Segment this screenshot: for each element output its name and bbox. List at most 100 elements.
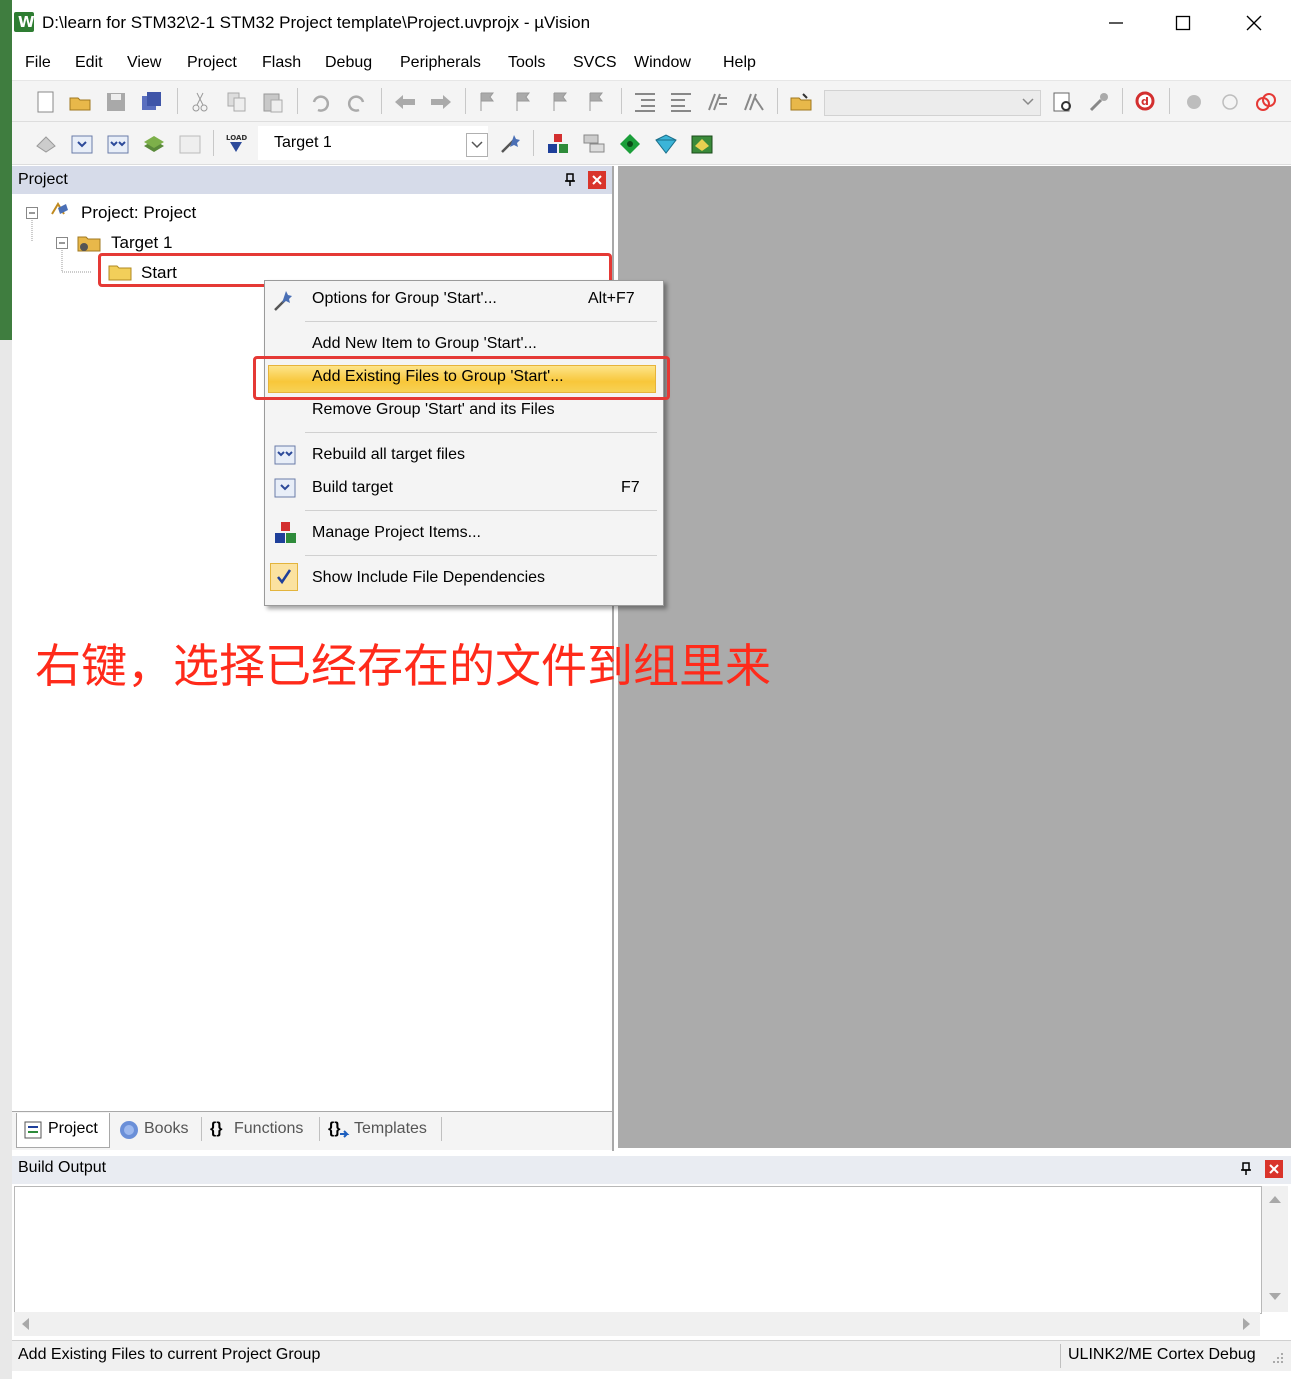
configure-icon[interactable]: [1087, 90, 1111, 114]
cut-icon[interactable]: [188, 90, 212, 114]
context-menu-separator: [305, 321, 657, 322]
minimize-button[interactable]: [1093, 8, 1139, 38]
collapse-icon[interactable]: [26, 207, 38, 219]
ctx-remove-group[interactable]: Remove Group 'Start' and its Files: [312, 401, 555, 419]
menu-tools[interactable]: Tools: [508, 54, 545, 72]
ctx-options-for-group[interactable]: Options for Group 'Start'...: [312, 290, 497, 308]
manage-project-items-icon[interactable]: [546, 132, 570, 156]
toolbar-separator: [213, 130, 214, 156]
ctx-build-target[interactable]: Build target: [312, 479, 393, 497]
menu-edit[interactable]: Edit: [75, 54, 103, 72]
tree-node-project[interactable]: Project: Project: [81, 203, 196, 223]
close-button[interactable]: [1231, 8, 1277, 38]
debug-session-icon[interactable]: d: [1134, 90, 1158, 114]
build-output-close-button[interactable]: [1265, 1160, 1283, 1178]
maximize-button[interactable]: [1160, 8, 1206, 38]
ctx-show-include-deps[interactable]: Show Include File Dependencies: [312, 569, 545, 587]
menu-peripherals[interactable]: Peripherals: [400, 54, 481, 72]
translate-icon[interactable]: [34, 132, 58, 156]
menu-flash[interactable]: Flash: [262, 54, 301, 72]
new-file-icon[interactable]: [34, 90, 58, 114]
svg-text:LOAD: LOAD: [226, 134, 247, 142]
copy-icon[interactable]: [225, 90, 249, 114]
minimize-icon: [1109, 22, 1123, 24]
close-icon: [1246, 15, 1262, 31]
build-icon[interactable]: [70, 132, 94, 156]
find-combo-box[interactable]: [824, 90, 1041, 116]
scroll-up-icon: [1269, 1196, 1281, 1203]
open-folder-icon[interactable]: [68, 90, 92, 114]
close-icon: [1269, 1164, 1279, 1174]
maximize-icon: [1175, 15, 1191, 31]
menu-file[interactable]: File: [25, 54, 51, 72]
menu-project[interactable]: Project: [187, 54, 237, 72]
stop-build-icon[interactable]: [178, 132, 202, 156]
paste-icon[interactable]: [261, 90, 285, 114]
menu-view[interactable]: View: [127, 54, 161, 72]
pin-icon[interactable]: [562, 172, 578, 188]
bookmark-toggle-icon[interactable]: [476, 90, 500, 114]
batch-build-icon[interactable]: [142, 132, 166, 156]
ctx-rebuild-all[interactable]: Rebuild all target files: [312, 446, 465, 464]
build-icon: [274, 478, 296, 498]
component-view-icon[interactable]: [690, 132, 714, 156]
horizontal-scrollbar[interactable]: [14, 1312, 1260, 1336]
books-icon[interactable]: [117, 1119, 141, 1141]
menu-help[interactable]: Help: [723, 54, 756, 72]
indent-icon[interactable]: [633, 90, 657, 114]
pin-icon[interactable]: [1238, 1161, 1254, 1177]
rte-manage-icon[interactable]: [654, 132, 678, 156]
toolbar-separator: [1122, 88, 1123, 114]
uncomment-icon[interactable]: [741, 90, 765, 114]
options-for-target-icon[interactable]: [498, 132, 522, 156]
comment-icon[interactable]: [705, 90, 729, 114]
tab-books[interactable]: Books: [144, 1120, 188, 1138]
highlight-box-add-existing: [253, 356, 670, 400]
breakpoint-insert-icon[interactable]: [1182, 90, 1206, 114]
menu-window[interactable]: Window: [634, 54, 691, 72]
pack-installer-icon[interactable]: [618, 132, 642, 156]
chevron-down-icon[interactable]: [1020, 95, 1036, 109]
build-output-text-area[interactable]: [14, 1186, 1262, 1314]
download-load-icon[interactable]: LOAD: [224, 132, 248, 156]
scroll-right-icon: [1243, 1318, 1250, 1330]
toolbar-separator: [465, 88, 466, 114]
breakpoint-disable-icon[interactable]: [1218, 90, 1242, 114]
collapse-icon[interactable]: [56, 237, 68, 249]
tab-separator: [319, 1117, 320, 1141]
target-select-value: Target 1: [274, 134, 332, 151]
find-in-files-icon[interactable]: [789, 90, 813, 114]
project-panel-close-button[interactable]: [588, 171, 606, 189]
menu-debug[interactable]: Debug: [325, 54, 372, 72]
functions-icon: {}: [210, 1120, 223, 1137]
svg-text:d: d: [1141, 95, 1149, 108]
tab-templates[interactable]: Templates: [354, 1120, 427, 1138]
resize-grip-icon[interactable]: [1270, 1350, 1286, 1366]
ctx-manage-project-items[interactable]: Manage Project Items...: [312, 524, 481, 542]
vertical-scrollbar[interactable]: [1262, 1186, 1288, 1312]
select-packs-icon[interactable]: [582, 132, 606, 156]
target-folder-icon: [77, 236, 101, 252]
window-title: D:\learn for STM32\2-1 STM32 Project tem…: [42, 13, 591, 32]
ctx-add-new-item[interactable]: Add New Item to Group 'Start'...: [312, 335, 537, 353]
unindent-icon[interactable]: [669, 90, 693, 114]
target-dropdown-button[interactable]: [466, 133, 488, 157]
navigate-back-icon[interactable]: [393, 90, 417, 114]
build-toolbar: [12, 122, 1291, 165]
bookmark-next-icon[interactable]: [549, 90, 573, 114]
rebuild-icon[interactable]: [106, 132, 130, 156]
breakpoint-kill-all-icon[interactable]: [1254, 90, 1278, 114]
save-icon[interactable]: [104, 90, 128, 114]
bookmark-clear-icon[interactable]: [585, 90, 609, 114]
tab-functions[interactable]: Functions: [234, 1120, 303, 1138]
tree-node-target[interactable]: Target 1: [111, 233, 172, 253]
redo-icon[interactable]: [345, 90, 369, 114]
project-panel-title: Project: [18, 171, 68, 188]
context-menu-separator: [305, 510, 657, 511]
bookmark-prev-icon[interactable]: [512, 90, 536, 114]
undo-icon[interactable]: [308, 90, 332, 114]
menu-svcs[interactable]: SVCS: [573, 54, 617, 72]
incremental-find-icon[interactable]: [1051, 90, 1075, 114]
navigate-forward-icon[interactable]: [429, 90, 453, 114]
save-all-icon[interactable]: [140, 90, 164, 114]
